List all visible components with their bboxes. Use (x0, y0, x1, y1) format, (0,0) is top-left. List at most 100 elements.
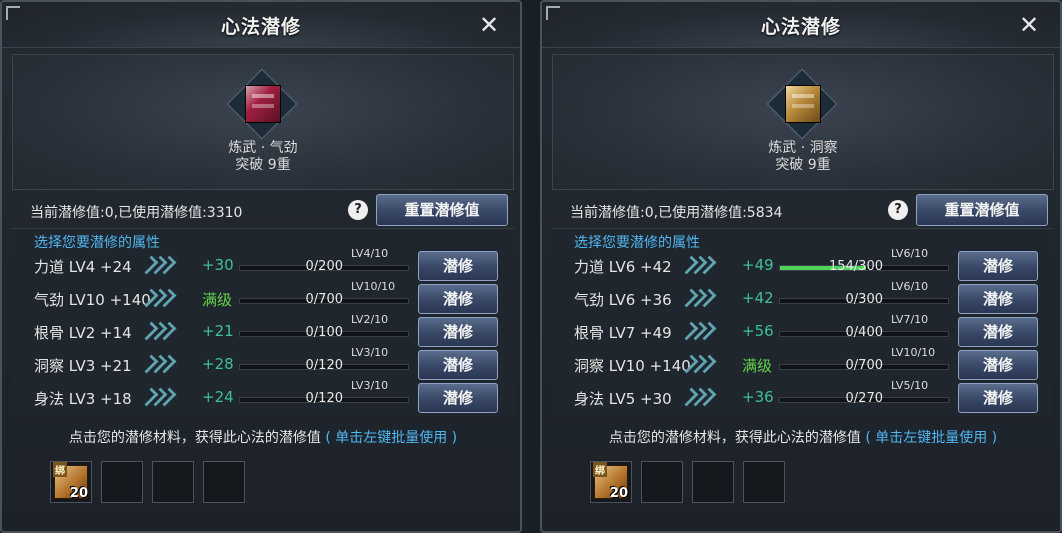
progress-text: 0/270 (845, 391, 883, 406)
cultivate-button[interactable]: 潜修 (958, 350, 1038, 380)
chevron-right-icon (139, 319, 177, 343)
next-level-bonus: +56 (742, 322, 774, 340)
reset-cultivation-button[interactable]: 重置潜修值 (376, 194, 508, 226)
next-level-bonus: +28 (202, 355, 234, 373)
next-level-bonus: +42 (742, 289, 774, 307)
chevron-right-icon (679, 253, 717, 277)
level-text: LV2/10 (351, 313, 389, 326)
level-text: LV7/10 (891, 313, 929, 326)
help-icon[interactable]: ? (888, 200, 908, 220)
chevron-right-icon (679, 286, 717, 310)
attribute-row: 力道 LV6 +42 +49 154/300 LV6/10 潜修 (552, 247, 1054, 282)
panel-title: 心法潜修 (760, 16, 841, 38)
material-slot[interactable]: 绑 20 (50, 461, 92, 503)
batch-use-link[interactable]: ( 单击左键批量使用 ) (325, 430, 457, 446)
level-text: LV10/10 (351, 280, 396, 293)
attribute-label: 气劲 LV10 +140 (34, 291, 151, 309)
chevron-right-icon (679, 319, 717, 343)
attribute-row: 气劲 LV10 +140 满级 0/700 LV10/10 潜修 (12, 280, 514, 315)
progress-text: 0/300 (845, 292, 883, 307)
attribute-label: 气劲 LV6 +36 (574, 291, 672, 309)
cultivation-status: 当前潜修值:0,已使用潜修值:5834 (570, 205, 783, 221)
skill-breakthrough: 突破 9重 (235, 157, 291, 173)
help-icon[interactable]: ? (348, 200, 368, 220)
material-slot[interactable] (152, 461, 194, 503)
chevron-right-icon (679, 352, 717, 376)
level-text: LV4/10 (351, 247, 389, 260)
cultivation-status: 当前潜修值:0,已使用潜修值:3310 (30, 205, 243, 221)
level-text: LV5/10 (891, 379, 929, 392)
attribute-label: 洞察 LV3 +21 (34, 357, 132, 375)
reset-cultivation-button[interactable]: 重置潜修值 (916, 194, 1048, 226)
material-slot[interactable] (101, 461, 143, 503)
cultivate-button[interactable]: 潜修 (958, 284, 1038, 314)
cultivate-button[interactable]: 潜修 (958, 251, 1038, 281)
attribute-row: 根骨 LV2 +14 +21 0/100 LV2/10 潜修 (12, 313, 514, 348)
attribute-label: 根骨 LV2 +14 (34, 324, 132, 342)
cultivate-button[interactable]: 潜修 (418, 317, 498, 347)
progress-text: 0/120 (305, 391, 343, 406)
next-level-bonus: +49 (742, 256, 774, 274)
cultivate-button[interactable]: 潜修 (958, 383, 1038, 413)
chevron-right-icon (139, 352, 177, 376)
cultivate-button[interactable]: 潜修 (418, 251, 498, 281)
material-slot[interactable]: 绑 20 (590, 461, 632, 503)
attribute-row: 洞察 LV3 +21 +28 0/120 LV3/10 潜修 (12, 346, 514, 381)
attribute-label: 根骨 LV7 +49 (574, 324, 672, 342)
item-count: 20 (609, 486, 628, 501)
level-text: LV3/10 (351, 379, 389, 392)
next-level-bonus: +36 (742, 388, 774, 406)
material-slot[interactable] (203, 461, 245, 503)
chevron-right-icon (139, 385, 177, 409)
cultivate-button[interactable]: 潜修 (418, 284, 498, 314)
panel-title: 心法潜修 (220, 16, 301, 38)
progress-text: 0/200 (305, 259, 343, 274)
close-icon[interactable]: ✕ (476, 12, 502, 38)
next-level-bonus: 满级 (202, 291, 233, 309)
attribute-row: 身法 LV3 +18 +24 0/120 LV3/10 潜修 (12, 379, 514, 414)
material-slot[interactable] (641, 461, 683, 503)
red-book-icon (245, 85, 281, 123)
attribute-label: 力道 LV6 +42 (574, 258, 672, 276)
material-hint: 点击您的潜修材料，获得此心法的潜修值 ( 单击左键批量使用 ) (542, 427, 1060, 447)
attribute-row: 洞察 LV10 +140 满级 0/700 LV10/10 潜修 (552, 346, 1054, 381)
material-slot[interactable] (692, 461, 734, 503)
skill-header: 炼武 · 洞察 突破 9重 (552, 54, 1054, 190)
level-text: LV10/10 (891, 346, 936, 359)
item-count: 20 (69, 486, 88, 501)
close-icon[interactable]: ✕ (1016, 12, 1042, 38)
material-hint-text: 点击您的潜修材料，获得此心法的潜修值 (68, 430, 321, 446)
chevron-right-icon (679, 385, 717, 409)
level-text: LV6/10 (891, 280, 929, 293)
attribute-label: 身法 LV5 +30 (574, 390, 672, 408)
skill-icon-frame (226, 68, 298, 140)
attribute-label: 洞察 LV10 +140 (574, 357, 691, 375)
progress-text: 0/700 (305, 292, 343, 307)
attribute-row: 气劲 LV6 +36 +42 0/300 LV6/10 潜修 (552, 280, 1054, 315)
gold-book-icon (785, 85, 821, 123)
progress-text: 0/100 (305, 325, 343, 340)
cultivate-button[interactable]: 潜修 (958, 317, 1038, 347)
attribute-label: 身法 LV3 +18 (34, 390, 132, 408)
attribute-row: 身法 LV5 +30 +36 0/270 LV5/10 潜修 (552, 379, 1054, 414)
progress-text: 0/120 (305, 358, 343, 373)
cultivate-button[interactable]: 潜修 (418, 350, 498, 380)
attribute-label: 力道 LV4 +24 (34, 258, 132, 276)
level-text: LV3/10 (351, 346, 389, 359)
title-bar: 心法潜修 ✕ (542, 2, 1060, 48)
chevron-right-icon (139, 253, 177, 277)
progress-text: 154/300 (828, 259, 883, 274)
cultivation-panel-left: 心法潜修 ✕ 炼武 · 气劲 突破 9重 当前潜修值:0,已使用潜修值:3310… (0, 0, 522, 533)
attribute-list: 选择您要潜修的属性 力道 LV6 +42 +49 154/300 LV6/10 潜修 气劲… (552, 228, 1054, 416)
next-level-bonus: 满级 (742, 357, 773, 375)
bound-badge: 绑 (53, 462, 67, 477)
skill-icon-frame (766, 68, 838, 140)
cultivation-panel-right: 心法潜修 ✕ 炼武 · 洞察 突破 9重 当前潜修值:0,已使用潜修值:5834… (540, 0, 1062, 533)
material-slot[interactable] (743, 461, 785, 503)
chevron-right-icon (139, 286, 177, 310)
attribute-row: 根骨 LV7 +49 +56 0/400 LV7/10 潜修 (552, 313, 1054, 348)
cultivate-button[interactable]: 潜修 (418, 383, 498, 413)
progress-text: 0/400 (845, 325, 883, 340)
skill-breakthrough: 突破 9重 (775, 157, 831, 173)
batch-use-link[interactable]: ( 单击左键批量使用 ) (865, 430, 997, 446)
